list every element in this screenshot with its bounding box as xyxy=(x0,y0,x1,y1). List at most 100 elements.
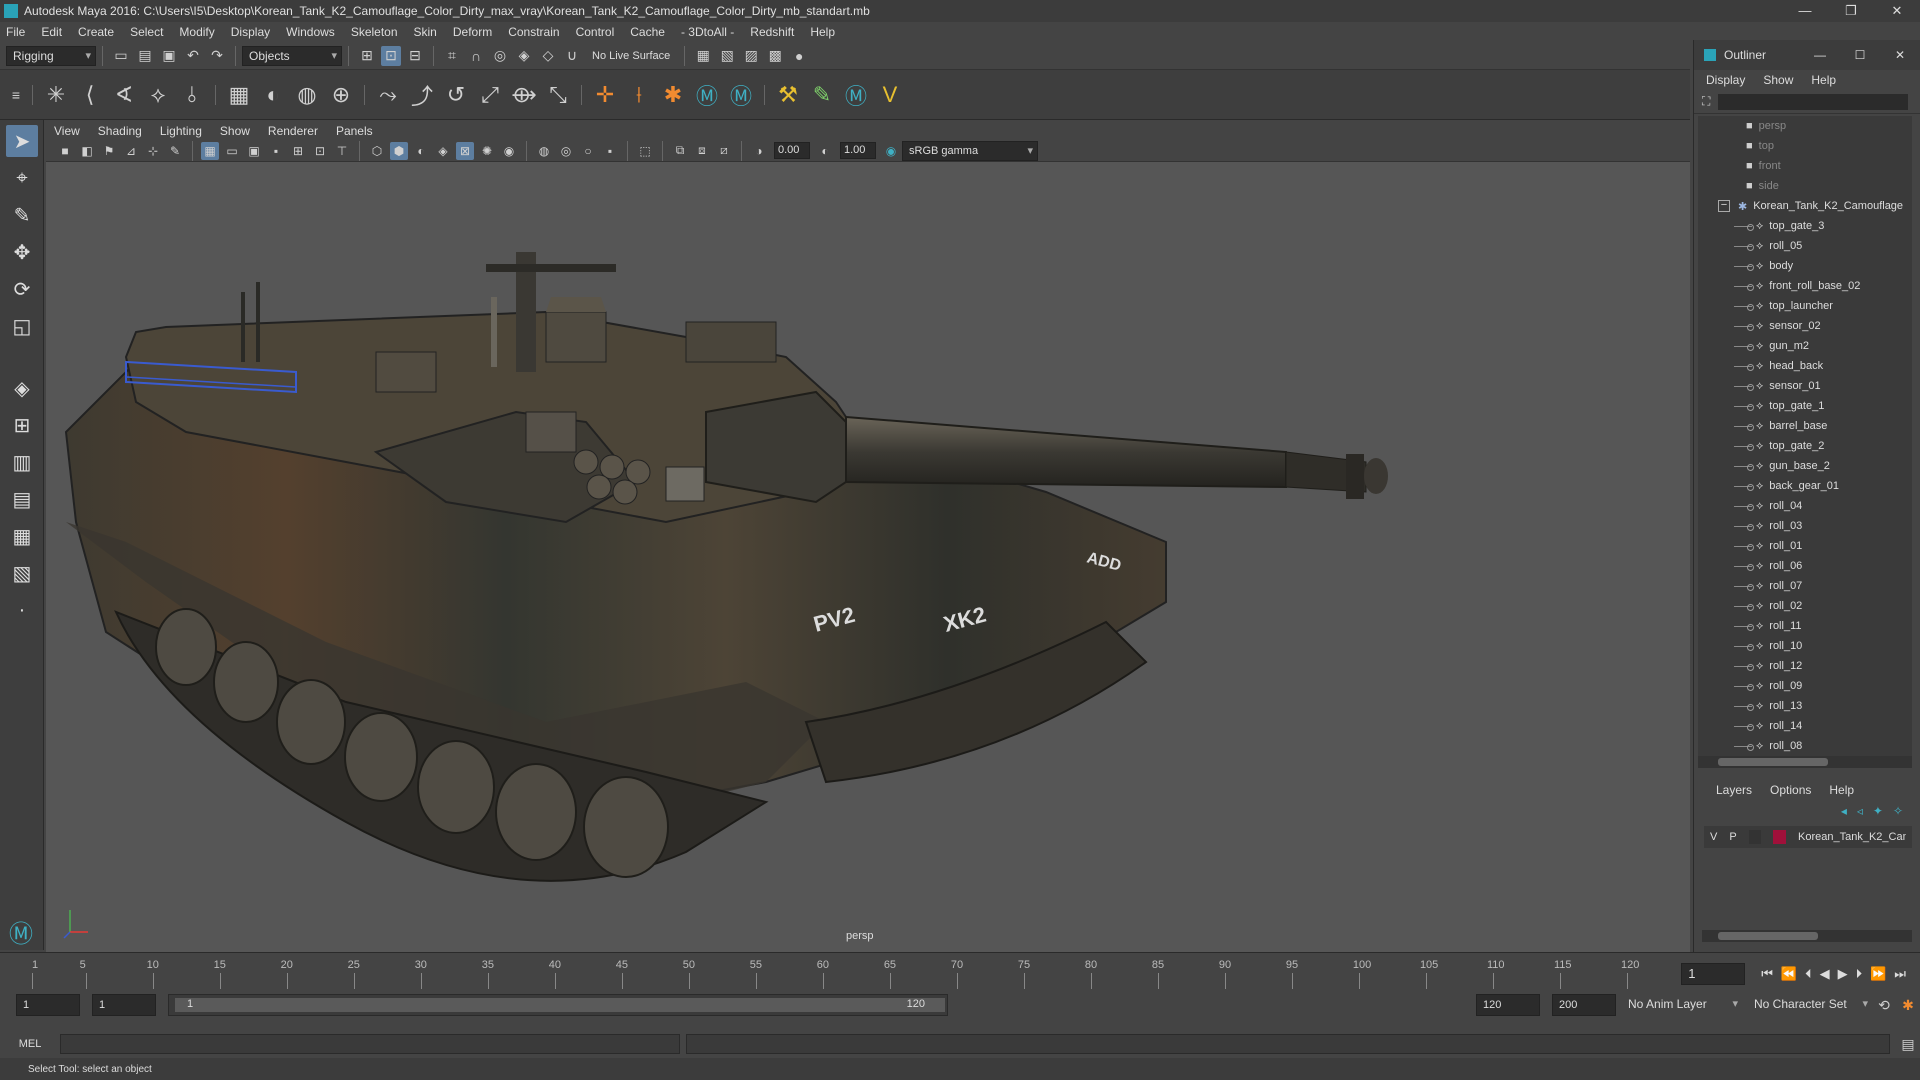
go-to-end-icon[interactable]: ⏭ xyxy=(1894,966,1906,982)
outliner-item[interactable]: ⟡ sensor_01 xyxy=(1698,376,1912,396)
move-tool-icon[interactable]: ✥ xyxy=(6,236,38,268)
outliner-item[interactable]: ⟡ roll_07 xyxy=(1698,576,1912,596)
undo-icon[interactable]: ↶ xyxy=(183,46,203,66)
panel-menu-renderer[interactable]: Renderer xyxy=(268,124,318,138)
lasso-tool-icon[interactable]: ⌖ xyxy=(6,162,38,194)
outliner-item[interactable]: ⟡ gun_m2 xyxy=(1698,336,1912,356)
snap-grid-icon[interactable]: ⌗ xyxy=(442,46,462,66)
ambient-occlusion-icon[interactable]: ◍ xyxy=(535,142,553,160)
outliner-item[interactable]: ⟡ roll_12 xyxy=(1698,656,1912,676)
new-layer-selected-icon[interactable]: ✧ xyxy=(1893,804,1903,818)
outliner-search-input[interactable] xyxy=(1718,93,1909,110)
more-layouts-icon[interactable]: · xyxy=(6,594,38,626)
menu-windows[interactable]: Windows xyxy=(286,25,335,39)
outliner-item[interactable]: ⟡ body xyxy=(1698,256,1912,276)
snap-point-icon[interactable]: ◎ xyxy=(490,46,510,66)
outliner-item[interactable]: ⟡ roll_03 xyxy=(1698,516,1912,536)
current-frame-field[interactable]: 1 xyxy=(1681,963,1746,985)
scale-constraint-icon[interactable]: ⤢ xyxy=(476,78,504,112)
step-forward-key-icon[interactable]: ⏩ xyxy=(1870,966,1886,982)
menu-control[interactable]: Control xyxy=(576,25,615,39)
layers-horizontal-scrollbar[interactable] xyxy=(1702,930,1912,942)
play-backward-icon[interactable]: ◀ xyxy=(1820,966,1830,982)
outliner-item[interactable]: ⟡ roll_13 xyxy=(1698,696,1912,716)
animation-end-field[interactable]: 200 xyxy=(1552,994,1616,1016)
human-ik-icon[interactable]: ✱ xyxy=(659,78,687,112)
outliner-item[interactable]: ⟡ roll_10 xyxy=(1698,636,1912,656)
move-layer-down-icon[interactable]: ◃ xyxy=(1857,804,1863,818)
menu-constrain[interactable]: Constrain xyxy=(508,25,559,39)
layer-playback-toggle[interactable]: P xyxy=(1729,831,1736,843)
outliner-camera-side[interactable]: ■ side xyxy=(1698,176,1912,196)
snap-curve-icon[interactable]: ∩ xyxy=(466,46,486,66)
select-hierarchy-icon[interactable]: ⊞ xyxy=(357,46,377,66)
ik-handle-icon[interactable]: ⟨ xyxy=(76,78,104,112)
default-material-icon[interactable]: ◐ xyxy=(412,142,430,160)
outliner-item[interactable]: ⟡ top_gate_2 xyxy=(1698,436,1912,456)
outliner-item[interactable]: ⟡ sensor_02 xyxy=(1698,316,1912,336)
paint-weights-icon[interactable]: ⚒ xyxy=(774,78,802,112)
ik-spline-icon[interactable]: ∢ xyxy=(110,78,138,112)
playback-end-field[interactable]: 120 xyxy=(1476,994,1540,1016)
outliner-item[interactable]: ⟡ gun_base_2 xyxy=(1698,456,1912,476)
outliner-maximize-button[interactable]: ☐ xyxy=(1840,48,1880,62)
outliner-item[interactable]: ⟡ roll_08 xyxy=(1698,736,1912,756)
safe-action-icon[interactable]: ⊡ xyxy=(311,142,329,160)
mirror-joint-icon[interactable]: ⫰ xyxy=(178,78,206,112)
film-gate-icon[interactable]: ▭ xyxy=(223,142,241,160)
open-scene-icon[interactable]: ▤ xyxy=(135,46,155,66)
paint-select-icon[interactable]: ✎ xyxy=(6,199,38,231)
outliner-layout-icon[interactable]: ▤ xyxy=(6,483,38,515)
auto-key-icon[interactable]: ⟲ xyxy=(1874,995,1894,1015)
time-slider[interactable]: 1 5 10 15 20 25 30 35 40 45 50 55 60 65 70 75 80 85 90 95 10… xyxy=(0,952,1920,990)
bind-skin-icon[interactable]: ▦ xyxy=(225,78,253,112)
character-set-dropdown[interactable]: No Character Set xyxy=(1748,995,1872,1015)
shelf-menu-icon[interactable]: ≡ xyxy=(9,78,23,112)
gamma-field[interactable]: 1.00 xyxy=(840,142,876,159)
outliner-group-korean-tank[interactable]: − ✱ Korean_Tank_K2_Camouflage xyxy=(1698,196,1912,216)
graph-layout-icon[interactable]: ▦ xyxy=(6,520,38,552)
vray-icon[interactable]: V xyxy=(876,78,904,112)
parent-constraint-icon[interactable]: ⟴ xyxy=(510,78,538,112)
menu-redshift[interactable]: Redshift xyxy=(750,25,794,39)
outliner-item[interactable]: ⟡ top_launcher xyxy=(1698,296,1912,316)
layers-menu-layers[interactable]: Layers xyxy=(1716,783,1752,797)
xray-icon[interactable]: ⧉ xyxy=(671,142,689,160)
outliner-horizontal-scrollbar[interactable] xyxy=(1698,756,1912,768)
layers-menu-help[interactable]: Help xyxy=(1829,783,1854,797)
outliner-menu-show[interactable]: Show xyxy=(1763,73,1793,87)
step-forward-frame-icon[interactable]: ⏵ xyxy=(1856,966,1863,982)
magnet-icon[interactable]: ∪ xyxy=(562,46,582,66)
menu-create[interactable]: Create xyxy=(78,25,114,39)
color-management-icon[interactable]: ◉ xyxy=(882,142,900,160)
joint-tool-icon[interactable]: ✳ xyxy=(42,78,70,112)
four-view-layout-icon[interactable]: ⊞ xyxy=(6,409,38,441)
outliner-camera-top[interactable]: ■ top xyxy=(1698,136,1912,156)
panel-menu-shading[interactable]: Shading xyxy=(98,124,142,138)
grease-pencil-icon[interactable]: ✎ xyxy=(166,142,184,160)
lattice-icon[interactable]: ◍ xyxy=(293,78,321,112)
aim-constraint-icon[interactable]: ⤴ xyxy=(408,78,436,112)
outliner-item[interactable]: ⟡ top_gate_3 xyxy=(1698,216,1912,236)
wireframe-on-shaded-icon[interactable]: ◈ xyxy=(434,142,452,160)
panel-menu-panels[interactable]: Panels xyxy=(336,124,373,138)
camera-attributes-icon[interactable]: ◧ xyxy=(78,142,96,160)
panel-menu-view[interactable]: View xyxy=(54,124,80,138)
xray-joints-icon[interactable]: ⧈ xyxy=(693,142,711,160)
menuset-dropdown[interactable]: Rigging xyxy=(6,45,96,66)
point-constraint-icon[interactable]: ⤳ xyxy=(374,78,402,112)
outliner-item[interactable]: ⟡ roll_14 xyxy=(1698,716,1912,736)
play-forward-icon[interactable]: ▶ xyxy=(1838,966,1848,982)
anim-layer-dropdown[interactable]: No Anim Layer xyxy=(1622,995,1742,1015)
close-button[interactable]: ✕ xyxy=(1874,0,1920,22)
tank-model[interactable]: PV2 XK2 ADD xyxy=(46,162,1690,952)
shadows-icon[interactable]: ◉ xyxy=(500,142,518,160)
live-surface-label[interactable]: No Live Surface xyxy=(592,50,670,62)
ipr-render-icon[interactable]: ▨ xyxy=(741,46,761,66)
minimize-button[interactable]: — xyxy=(1782,0,1828,22)
menu-3dtoall[interactable]: - 3DtoAll - xyxy=(681,25,734,39)
smooth-shade-icon[interactable]: ⬢ xyxy=(390,141,408,160)
smooth-bind-icon[interactable]: ◐ xyxy=(259,78,287,112)
orient-constraint-icon[interactable]: ↺ xyxy=(442,78,470,112)
outliner-item[interactable]: ⟡ roll_09 xyxy=(1698,676,1912,696)
